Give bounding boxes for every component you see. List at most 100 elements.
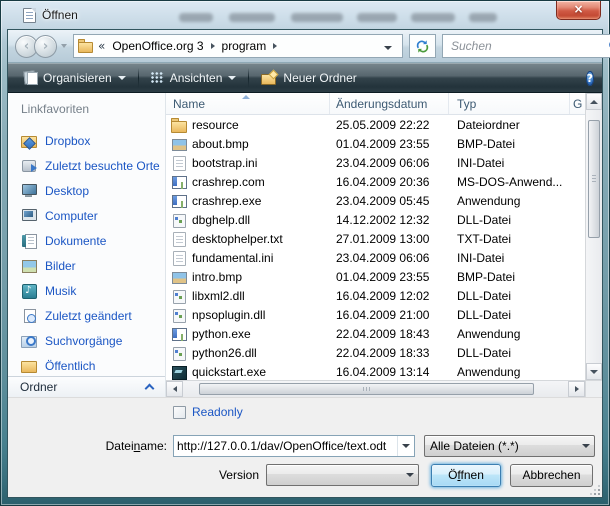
scroll-left-button[interactable] (166, 381, 183, 397)
forward-icon[interactable]: › (34, 35, 57, 58)
refresh-button[interactable] (409, 34, 436, 58)
chevron-down-icon (582, 444, 590, 448)
sidebar-item-documents[interactable]: Dokumente (8, 228, 165, 253)
folders-expander[interactable]: Ordner (8, 376, 165, 397)
filetype-combobox[interactable]: Alle Dateien (*.*) (424, 435, 595, 457)
file-row[interactable]: crashrep.com 16.04.2009 20:36 MS-DOS-Anw… (166, 172, 585, 191)
image-icon (171, 269, 187, 285)
search-box (442, 34, 610, 58)
file-row[interactable]: fundamental.ini 23.04.2009 06:06 INI-Dat… (166, 248, 585, 267)
app-icon (171, 174, 187, 190)
file-row[interactable]: npsoplugin.dll 16.04.2009 21:00 DLL-Date… (166, 305, 585, 324)
close-button[interactable]: × (556, 1, 601, 20)
breadcrumb-item[interactable]: OpenOffice.org 3 (110, 37, 205, 55)
sidebar-item-recent-places[interactable]: Zuletzt besuchte Orte (8, 153, 165, 178)
scroll-down-button[interactable] (586, 363, 602, 380)
readonly-label: Readonly (192, 405, 243, 419)
searches-icon (21, 333, 37, 348)
column-header-size[interactable]: G (570, 93, 585, 114)
file-name-cell: crashrep.exe (166, 193, 330, 209)
file-name: quickstart.exe (192, 365, 266, 379)
file-row[interactable]: bootstrap.ini 23.04.2009 06:06 INI-Datei (166, 153, 585, 172)
file-name-cell: crashrep.com (166, 174, 330, 190)
organize-button[interactable]: Organisieren (16, 67, 134, 89)
sidebar-item-pictures[interactable]: Bilder (8, 253, 165, 278)
file-type: Anwendung (449, 365, 570, 379)
sidebar-item-label: Desktop (45, 184, 89, 198)
vertical-scroll-thumb[interactable] (588, 120, 600, 238)
breadcrumb-separator-icon[interactable] (273, 43, 277, 49)
horizontal-scrollbar[interactable] (166, 380, 585, 397)
sidebar-item-computer[interactable]: Computer (8, 203, 165, 228)
resize-grip[interactable] (590, 485, 600, 495)
open-button[interactable]: Öffnen (431, 464, 501, 487)
sidebar-item-public[interactable]: Öffentlich (8, 353, 165, 376)
file-name-cell: resource (166, 117, 330, 133)
file-name: crashrep.com (192, 175, 265, 189)
filename-dropdown-button[interactable] (397, 436, 414, 456)
filename-row: Dateiname: Alle Dateien (*.*) (8, 435, 602, 457)
address-dropdown-button[interactable] (378, 33, 398, 59)
filename-input[interactable] (174, 436, 397, 456)
breadcrumb-separator-icon[interactable] (211, 43, 215, 49)
sidebar-item-desktop[interactable]: Desktop (8, 178, 165, 203)
file-row[interactable]: python.exe 22.04.2009 18:43 Anwendung (166, 324, 585, 343)
help-icon[interactable]: ? (586, 71, 594, 86)
breadcrumb-item[interactable]: program (220, 37, 269, 55)
chevron-down-icon (384, 46, 392, 50)
file-date: 23.04.2009 06:06 (330, 156, 449, 170)
column-header-type[interactable]: Typ (449, 93, 570, 114)
file-type: DLL-Datei (449, 308, 570, 322)
sidebar-item-label: Computer (45, 209, 98, 223)
file-name: libxml2.dll (192, 289, 245, 303)
file-row[interactable]: desktophelper.txt 27.01.2009 13:00 TXT-D… (166, 229, 585, 248)
readonly-checkbox[interactable] (173, 406, 186, 419)
file-row[interactable]: about.bmp 01.04.2009 23:55 BMP-Datei (166, 134, 585, 153)
file-type: TXT-Datei (449, 232, 570, 246)
file-type: BMP-Datei (449, 137, 570, 151)
file-row[interactable]: resource 25.05.2009 22:22 Dateiordner (166, 115, 585, 134)
file-row[interactable]: intro.bmp 01.04.2009 23:55 BMP-Datei (166, 267, 585, 286)
file-date: 16.04.2009 12:02 (330, 289, 449, 303)
sidebar-item-music[interactable]: Musik (8, 278, 165, 303)
column-header-date[interactable]: Änderungsdatum (330, 93, 449, 114)
scroll-right-button[interactable] (568, 381, 585, 397)
file-row[interactable]: crashrep.exe 23.04.2009 05:45 Anwendung (166, 191, 585, 210)
titlebar[interactable]: Öffnen × (1, 1, 609, 29)
vertical-scrollbar[interactable] (585, 93, 602, 380)
nav-buttons: ‹ › (15, 35, 67, 58)
folder-icon (171, 117, 187, 133)
file-row[interactable]: libxml2.dll 16.04.2009 12:02 DLL-Datei (166, 286, 585, 305)
filetype-dropdown-button[interactable] (577, 444, 594, 448)
horizontal-scroll-track[interactable] (183, 381, 568, 397)
file-row[interactable]: python26.dll 22.04.2009 18:33 DLL-Datei (166, 343, 585, 362)
file-name-cell: npsoplugin.dll (166, 307, 330, 323)
breadcrumb-overflow-icon[interactable]: « (98, 39, 105, 53)
chevron-down-icon (118, 76, 126, 80)
new-folder-button[interactable]: Neuer Ordner (253, 67, 364, 89)
dll-icon (171, 345, 187, 361)
sidebar-item-dropbox[interactable]: Dropbox (8, 128, 165, 153)
file-row[interactable]: dbghelp.dll 14.12.2002 12:32 DLL-Datei (166, 210, 585, 229)
vertical-scroll-track[interactable] (586, 110, 602, 363)
breadcrumb[interactable]: « OpenOffice.org 3 program (73, 34, 403, 58)
file-name-cell: dbghelp.dll (166, 212, 330, 228)
version-dropdown-button[interactable] (401, 473, 418, 477)
cancel-button[interactable]: Abbrechen (510, 464, 593, 487)
nav-history-chevron-icon[interactable] (61, 44, 67, 48)
file-name: python26.dll (192, 346, 257, 360)
sidebar-item-recently-changed[interactable]: Zuletzt geändert (8, 303, 165, 328)
file-row[interactable]: quickstart.exe 16.04.2009 13:14 Anwendun… (166, 362, 585, 380)
arrow-down-icon (590, 370, 598, 374)
sidebar-item-searches[interactable]: Suchvorgänge (8, 328, 165, 353)
text-icon (171, 155, 187, 171)
version-combobox[interactable] (266, 464, 419, 486)
horizontal-scroll-thumb[interactable] (199, 383, 534, 395)
public-icon (21, 358, 37, 373)
scroll-up-button[interactable] (586, 93, 602, 110)
dropbox-icon (21, 133, 37, 148)
sidebar-item-label: Zuletzt geändert (45, 309, 132, 323)
toolbar-right: ? (586, 69, 594, 87)
views-button[interactable]: Ansichten (143, 67, 245, 89)
search-input[interactable] (449, 38, 608, 54)
